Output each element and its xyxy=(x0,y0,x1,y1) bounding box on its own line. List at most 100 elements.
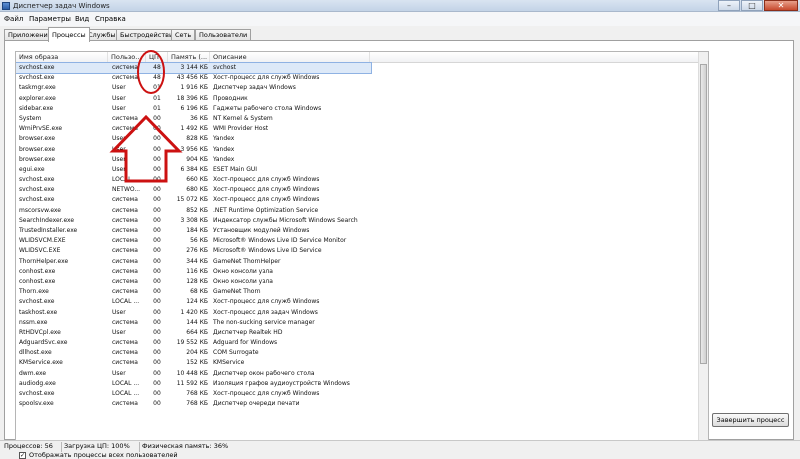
table-row[interactable]: svchost.exe LOCAL ... 00 660 КБ Хост-процесс… xyxy=(16,175,708,185)
cell-cpu: 00 xyxy=(153,237,161,245)
table-row[interactable]: Thorn.exe система 00 68 КБ GameNet Thorn xyxy=(16,287,708,297)
cell-image-name: WLIDSVC.EXE xyxy=(19,247,61,255)
table-row[interactable]: SearchIndexer.exe система 00 3 308 КБ Индекс… xyxy=(16,216,708,226)
menu-bar: Файл Параметры Вид Справка xyxy=(0,12,800,26)
table-row[interactable]: svchost.exe LOCAL ... 00 768 КБ Хост-процесс… xyxy=(16,389,708,399)
table-row[interactable]: dllhost.exe система 00 204 КБ COM Surrogate xyxy=(16,348,708,358)
table-row[interactable]: browser.exe User 00 3 956 КБ Yandex xyxy=(16,145,708,155)
table-row[interactable]: svchost.exe система 00 15 072 КБ Хост-процес… xyxy=(16,195,708,205)
table-row[interactable]: WLIDSVCM.EXE система 00 56 КБ Microsoft® Win… xyxy=(16,236,708,246)
table-row[interactable]: mscorsvw.exe система 00 852 КБ .NET Runtime … xyxy=(16,206,708,216)
table-row[interactable]: taskmgr.exe User 01 1 916 КБ Диспетчер задач… xyxy=(16,83,708,93)
table-row[interactable]: KMService.exe система 00 152 КБ KMService xyxy=(16,358,708,368)
cell-cpu: 00 xyxy=(153,288,161,296)
table-row[interactable]: WLIDSVC.EXE система 00 276 КБ Microsoft® Win… xyxy=(16,246,708,256)
close-button[interactable]: ✕ xyxy=(764,0,798,11)
table-row[interactable]: browser.exe User 00 904 КБ Yandex xyxy=(16,155,708,165)
cell-image-name: dwm.exe xyxy=(19,369,47,377)
cell-description: Проводник xyxy=(213,94,248,102)
column-description[interactable]: Описание xyxy=(210,52,370,63)
cell-memory: 1 492 КБ xyxy=(180,125,208,133)
cell-memory: 852 КБ xyxy=(186,206,208,214)
status-cpu-load: Загрузка ЦП: 100% xyxy=(62,442,140,452)
cell-user: User xyxy=(112,94,126,102)
cell-user: система xyxy=(112,267,138,275)
table-row[interactable]: egui.exe User 00 6 384 КБ ESET Main GUI xyxy=(16,165,708,175)
cell-description: Хост-процесс для служб Windows xyxy=(213,390,320,397)
cell-user: система xyxy=(112,318,138,326)
cell-memory: 664 КБ xyxy=(186,328,208,336)
cell-image-name: System xyxy=(19,114,42,122)
column-cpu[interactable]: ЦП xyxy=(146,52,168,63)
table-row[interactable]: AdguardSvc.exe система 00 19 552 КБ Adguard … xyxy=(16,338,708,348)
cell-image-name: conhost.exe xyxy=(19,267,56,275)
table-row[interactable]: conhost.exe система 00 116 КБ Окно консоли у… xyxy=(16,267,708,277)
menu-file[interactable]: Файл xyxy=(4,15,23,23)
cell-image-name: browser.exe xyxy=(19,145,56,153)
table-row[interactable]: conhost.exe система 00 128 КБ Окно консоли у… xyxy=(16,277,708,287)
cell-description: Окно консоли узла xyxy=(213,267,273,275)
cell-memory: 128 КБ xyxy=(186,277,208,285)
column-memory[interactable]: Память (... xyxy=(168,52,210,63)
column-user[interactable]: Пользо... xyxy=(108,52,146,63)
cell-cpu: 00 xyxy=(153,328,161,336)
column-image-name[interactable]: Имя образа xyxy=(16,52,108,63)
cell-memory: 1 916 КБ xyxy=(180,84,208,92)
table-row[interactable]: svchost.exe система 48 3 144 КБ svchost xyxy=(16,61,372,75)
cell-user: LOCAL ... xyxy=(112,176,140,184)
cell-cpu: 48 xyxy=(153,74,161,82)
title-bar[interactable]: Диспетчер задач Windows – □ ✕ xyxy=(0,0,800,12)
table-row[interactable]: taskhost.exe User 00 1 420 КБ Хост-процесс д… xyxy=(16,308,708,318)
cell-user: система xyxy=(112,339,138,347)
table-row[interactable]: explorer.exe User 01 18 396 КБ Проводник xyxy=(16,94,708,104)
cell-user: система xyxy=(112,237,138,245)
cell-description: KMService xyxy=(213,359,245,367)
table-row[interactable]: browser.exe User 00 828 КБ Yandex xyxy=(16,134,708,144)
show-all-checkbox[interactable]: ✓ xyxy=(19,452,26,459)
window-controls: – □ ✕ xyxy=(717,0,798,11)
cell-description: Хост-процесс для служб Windows xyxy=(213,196,320,204)
cell-description: Хост-процесс для задач Windows xyxy=(213,308,318,316)
table-row[interactable]: RtHDVCpl.exe User 00 664 КБ Диспетчер Realte… xyxy=(16,328,708,338)
table-row[interactable]: System система 00 36 КБ NT Kernel & System xyxy=(16,114,708,124)
maximize-button[interactable]: □ xyxy=(741,0,763,11)
table-row[interactable]: spoolsv.exe система 00 768 КБ Диспетчер очер… xyxy=(16,399,708,409)
minimize-button[interactable]: – xyxy=(718,0,740,11)
tab-processes[interactable]: Процессы xyxy=(48,27,90,42)
table-row[interactable]: svchost.exe LOCAL ... 00 124 КБ Хост-процесс… xyxy=(16,297,708,307)
cell-cpu: 00 xyxy=(153,216,161,224)
table-row[interactable]: TrustedInstaller.exe система 00 184 КБ Устан… xyxy=(16,226,708,236)
process-rows: svchost.exe система 48 3 144 КБ svchost svcho… xyxy=(16,61,708,409)
table-row[interactable]: svchost.exe NETWO... 00 680 КБ Хост-процесс … xyxy=(16,185,708,195)
cell-cpu: 01 xyxy=(153,94,161,102)
cell-cpu: 00 xyxy=(153,400,161,408)
cell-memory: 152 КБ xyxy=(186,359,208,367)
process-list[interactable]: Имя образа Пользо... ЦП Память (... Опис… xyxy=(15,51,709,445)
table-row[interactable]: ThornHelper.exe система 00 344 КБ GameNet Th… xyxy=(16,257,708,267)
cell-memory: 276 КБ xyxy=(186,247,208,255)
cell-memory: 3 144 КБ xyxy=(180,64,208,71)
cell-user: система xyxy=(112,247,138,255)
cell-description: Окно консоли узла xyxy=(213,277,273,285)
vertical-scrollbar[interactable] xyxy=(698,52,708,444)
cell-user: система xyxy=(112,74,138,82)
menu-help[interactable]: Справка xyxy=(95,15,126,23)
menu-options[interactable]: Параметры xyxy=(29,15,71,23)
end-process-button[interactable]: Завершить процесс xyxy=(712,413,789,427)
menu-view[interactable]: Вид xyxy=(75,15,89,23)
cell-cpu: 01 xyxy=(153,104,161,112)
cell-user: система xyxy=(112,227,138,234)
table-row[interactable]: audiodg.exe LOCAL ... 00 11 592 КБ Изоляция … xyxy=(16,379,708,389)
cell-user: система xyxy=(112,216,138,224)
cell-cpu: 00 xyxy=(153,125,161,133)
cell-cpu: 00 xyxy=(153,349,161,357)
table-row[interactable]: sidebar.exe User 01 6 196 КБ Гаджеты рабочег… xyxy=(16,104,708,114)
cell-cpu: 00 xyxy=(153,339,161,347)
table-row[interactable]: svchost.exe система 48 43 456 КБ Хост-процес… xyxy=(16,73,708,83)
table-row[interactable]: nssm.exe система 00 144 КБ The non-sucking s… xyxy=(16,318,708,328)
table-row[interactable]: WmiPrvSE.exe система 00 1 492 КБ WMI Provide… xyxy=(16,124,708,134)
scrollbar-thumb[interactable] xyxy=(700,64,707,364)
table-row[interactable]: dwm.exe User 00 10 448 КБ Диспетчер окон раб… xyxy=(16,369,708,379)
cell-memory: 6 384 КБ xyxy=(180,165,208,173)
task-manager-window: Диспетчер задач Windows – □ ✕ Файл Парам… xyxy=(0,0,800,459)
